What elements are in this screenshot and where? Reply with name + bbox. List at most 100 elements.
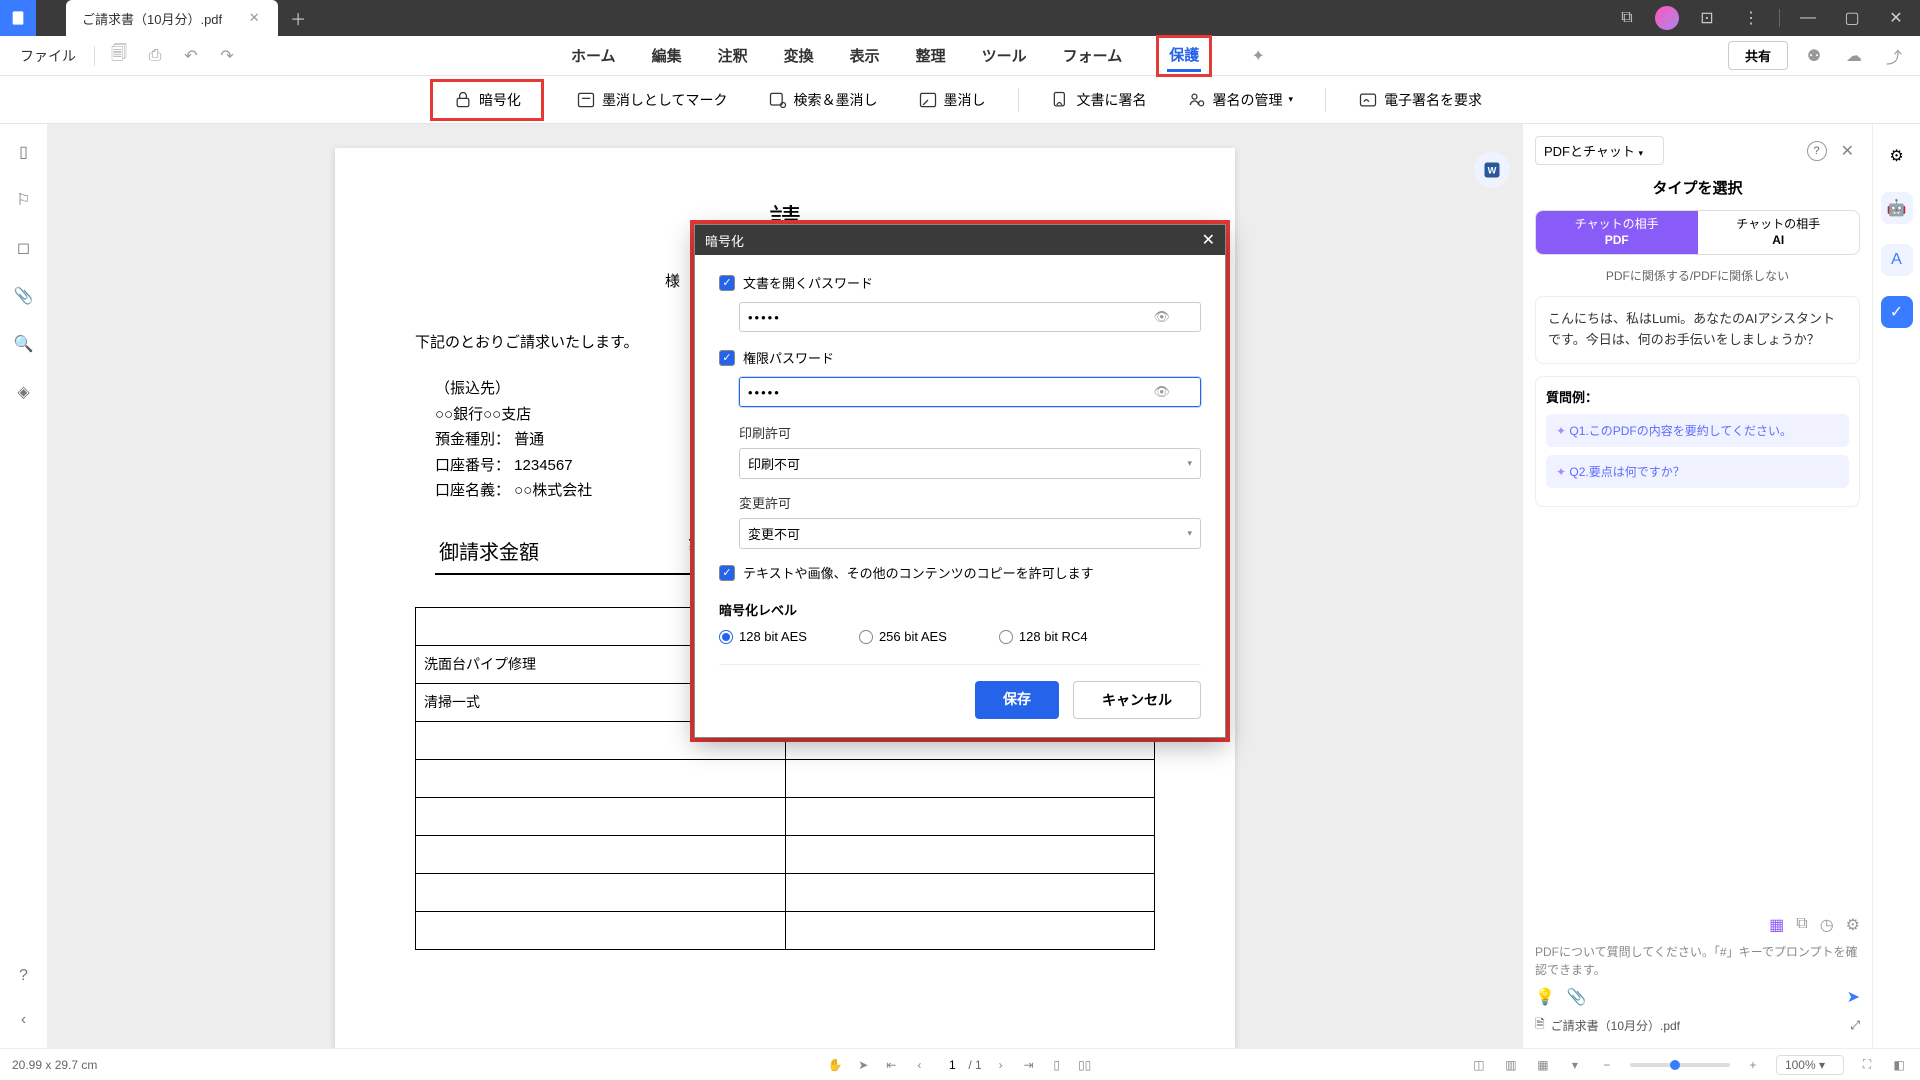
ai-robot-icon[interactable]: 🤖 bbox=[1881, 192, 1913, 224]
tab-protect[interactable]: 保護 bbox=[1167, 40, 1201, 72]
show-password-icon[interactable]: 👁 bbox=[1153, 384, 1172, 400]
tab-edit[interactable]: 編集 bbox=[650, 41, 684, 70]
manage-sign-button[interactable]: 署名の管理 ▾ bbox=[1179, 86, 1302, 114]
cancel-button[interactable]: キャンセル bbox=[1073, 681, 1201, 719]
kebab-menu-icon[interactable]: ⋮ bbox=[1735, 2, 1767, 34]
reader-mode-icon[interactable]: ◧ bbox=[1890, 1056, 1908, 1074]
close-tab-icon[interactable]: ✕ bbox=[246, 10, 262, 26]
zoom-out-icon[interactable]: − bbox=[1598, 1056, 1616, 1074]
search-icon[interactable]: 🔍 bbox=[12, 332, 36, 356]
settings-gear-icon[interactable]: ⚙ bbox=[1846, 915, 1860, 935]
print-permission-select[interactable]: 印刷不可 ▾ bbox=[739, 448, 1201, 479]
comment-icon[interactable]: ⊡ bbox=[1691, 2, 1723, 34]
file-menu[interactable]: ファイル bbox=[12, 42, 84, 70]
slider-handle[interactable] bbox=[1670, 1060, 1680, 1070]
tab-comment[interactable]: 注釈 bbox=[716, 41, 750, 70]
first-page-icon[interactable]: ⇤ bbox=[882, 1056, 900, 1074]
allow-copy-checkbox[interactable]: ✓ bbox=[719, 565, 735, 581]
undo-icon[interactable]: ↶ bbox=[177, 42, 205, 70]
tab-tools[interactable]: ツール bbox=[980, 41, 1029, 70]
zoom-select[interactable]: 100% ▾ bbox=[1776, 1055, 1844, 1075]
print-icon[interactable]: ⎙ bbox=[141, 42, 169, 70]
cloud-icon[interactable]: ☁ bbox=[1840, 42, 1868, 70]
app-logo[interactable] bbox=[0, 0, 36, 36]
modal-close-icon[interactable]: ✕ bbox=[1202, 230, 1215, 250]
collapse-icon[interactable]: ‹ bbox=[12, 1008, 36, 1032]
attachment-icon[interactable]: 📎 bbox=[1567, 987, 1587, 1007]
chat-mode-select[interactable]: PDFとチャット ▾ bbox=[1535, 136, 1664, 165]
select-tool-icon[interactable]: ➤ bbox=[854, 1056, 872, 1074]
radio-256aes[interactable]: 256 bit AES bbox=[859, 629, 947, 644]
current-file[interactable]: 🗎 ご請求書（10月分）.pdf ⤢ bbox=[1535, 1015, 1860, 1036]
fit-width-icon[interactable]: ◫ bbox=[1470, 1056, 1488, 1074]
share-nodes-icon[interactable]: ⚉ bbox=[1800, 42, 1828, 70]
fit-page-icon[interactable]: ▥ bbox=[1502, 1056, 1520, 1074]
minimize-icon[interactable]: — bbox=[1792, 2, 1824, 34]
user-avatar[interactable] bbox=[1655, 6, 1679, 30]
comments-icon[interactable]: ◻ bbox=[12, 236, 36, 260]
send-icon[interactable]: ➤ bbox=[1847, 987, 1860, 1007]
lightbulb-icon[interactable]: 💡 bbox=[1535, 987, 1555, 1007]
search-redact-button[interactable]: 検索＆墨消し bbox=[760, 86, 886, 114]
document-tab[interactable]: ご請求書（10月分）.pdf ✕ bbox=[66, 0, 278, 36]
word-export-button[interactable]: W bbox=[1474, 152, 1510, 188]
perm-password-input[interactable]: ••••• 👁 bbox=[739, 377, 1201, 407]
scroll-mode-icon[interactable]: ▦ bbox=[1534, 1056, 1552, 1074]
upload-icon[interactable]: ⤴ bbox=[1880, 42, 1908, 70]
show-password-icon[interactable]: 👁 bbox=[1153, 309, 1172, 325]
chevron-down-icon[interactable]: ▾ bbox=[1566, 1056, 1584, 1074]
tab-home[interactable]: ホーム bbox=[569, 41, 618, 70]
maximize-icon[interactable]: ▢ bbox=[1836, 2, 1868, 34]
help-button[interactable]: ? bbox=[1807, 141, 1827, 161]
save-icon[interactable]: 🗐 bbox=[105, 42, 133, 70]
save-button[interactable]: 保存 bbox=[975, 681, 1059, 719]
translate-icon[interactable]: A bbox=[1881, 244, 1913, 276]
change-permission-select[interactable]: 変更不可 ▾ bbox=[739, 518, 1201, 549]
tab-convert[interactable]: 変換 bbox=[782, 41, 816, 70]
zoom-slider[interactable] bbox=[1630, 1063, 1730, 1067]
sparkle-icon[interactable]: ✦ bbox=[1244, 42, 1272, 70]
encrypt-button[interactable]: 暗号化 bbox=[430, 79, 544, 121]
two-page-icon[interactable]: ▯▯ bbox=[1076, 1056, 1094, 1074]
close-panel-icon[interactable]: ✕ bbox=[1835, 141, 1860, 161]
next-page-icon[interactable]: › bbox=[992, 1056, 1010, 1074]
expand-icon[interactable]: ⤢ bbox=[1850, 1018, 1860, 1033]
tab-organize[interactable]: 整理 bbox=[914, 41, 948, 70]
last-page-icon[interactable]: ⇥ bbox=[1020, 1056, 1038, 1074]
open-password-input[interactable]: ••••• 👁 bbox=[739, 302, 1201, 332]
sign-doc-button[interactable]: 文書に署名 bbox=[1043, 86, 1155, 114]
mark-redact-button[interactable]: 墨消しとしてマーク bbox=[568, 86, 736, 114]
example-q2[interactable]: ✦ Q2.要点は何ですか？ bbox=[1546, 455, 1849, 488]
tab-form[interactable]: フォーム bbox=[1061, 41, 1125, 70]
radio-128aes[interactable]: 128 bit AES bbox=[719, 629, 807, 644]
single-page-icon[interactable]: ▯ bbox=[1048, 1056, 1066, 1074]
new-tab-button[interactable]: ＋ bbox=[282, 4, 314, 32]
redo-icon[interactable]: ↷ bbox=[213, 42, 241, 70]
tab-chat-pdf[interactable]: チャットの相手PDF bbox=[1536, 211, 1698, 254]
request-esign-button[interactable]: 電子署名を要求 bbox=[1350, 86, 1490, 114]
example-q1[interactable]: ✦ Q1.このPDFの内容を要約してください。 bbox=[1546, 414, 1849, 447]
prev-page-icon[interactable]: ‹ bbox=[910, 1056, 928, 1074]
copy-icon[interactable]: ⧉ bbox=[1796, 915, 1807, 935]
tab-view[interactable]: 表示 bbox=[848, 41, 882, 70]
check-icon[interactable]: ✓ bbox=[1881, 296, 1913, 328]
attachments-icon[interactable]: 📎 bbox=[12, 284, 36, 308]
bookmarks-icon[interactable]: ⚐ bbox=[12, 188, 36, 212]
share-button[interactable]: 共有 bbox=[1728, 41, 1788, 70]
help-icon[interactable]: ? bbox=[12, 964, 36, 988]
devices-icon[interactable]: ⧉ bbox=[1611, 2, 1643, 34]
layers-icon[interactable]: ◈ bbox=[12, 380, 36, 404]
open-password-checkbox[interactable]: ✓ bbox=[719, 275, 735, 291]
perm-password-checkbox[interactable]: ✓ bbox=[719, 350, 735, 366]
thumbnails-icon[interactable]: ▯ bbox=[12, 140, 36, 164]
redact-button[interactable]: 墨消し bbox=[910, 86, 994, 114]
page-input[interactable] bbox=[938, 1058, 966, 1072]
fullscreen-icon[interactable]: ⛶ bbox=[1858, 1056, 1876, 1074]
close-window-icon[interactable]: ✕ bbox=[1880, 2, 1912, 34]
zoom-in-icon[interactable]: + bbox=[1744, 1056, 1762, 1074]
settings-icon[interactable]: ⚙ bbox=[1881, 140, 1913, 172]
radio-128rc4[interactable]: 128 bit RC4 bbox=[999, 629, 1088, 644]
history-icon[interactable]: ◷ bbox=[1820, 915, 1834, 935]
doc-chip-icon[interactable]: ▦ bbox=[1769, 915, 1784, 935]
tab-chat-ai[interactable]: チャットの相手AI bbox=[1698, 211, 1860, 254]
